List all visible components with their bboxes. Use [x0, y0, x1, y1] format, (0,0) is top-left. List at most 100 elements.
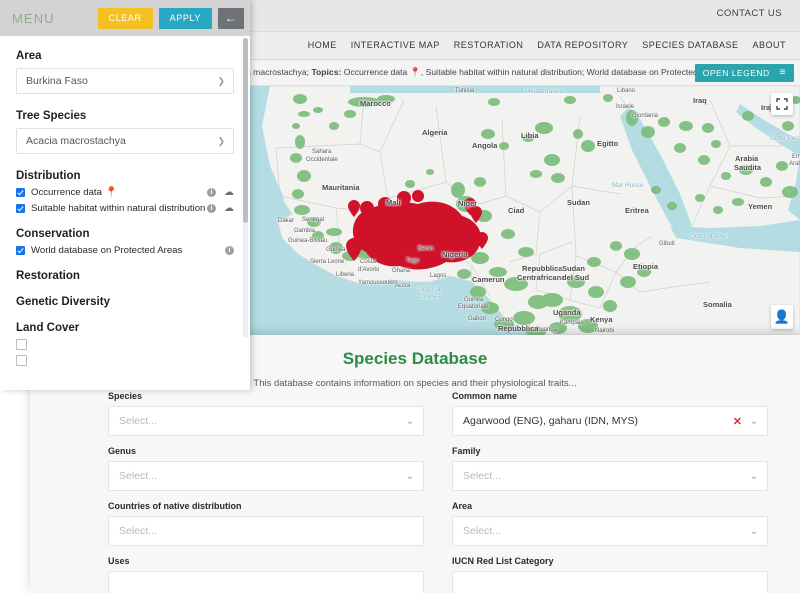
collapse-panel-button[interactable]: ← [218, 7, 244, 29]
map-graphics [240, 86, 800, 335]
row-icon-group: i ☁ [207, 204, 234, 214]
species-field-select[interactable]: Select... ⌄ [108, 461, 424, 491]
area-filter-label: Area [16, 50, 42, 62]
species-field-placeholder: Select... [119, 525, 157, 537]
legend-icon: ≡ [779, 67, 786, 78]
checkbox[interactable] [16, 188, 25, 197]
species-field-select[interactable]: Agarwood (ENG), gaharu (IDN, MYS) ✕ ⌄ [452, 406, 768, 436]
chevron-down-icon: ❯ [217, 75, 225, 86]
nav-item-species-database[interactable]: SPECIES DATABASE [642, 40, 738, 50]
species-filter-field: Genus Select... ⌄ [108, 446, 424, 491]
map-summary-species: a macrostachya; [246, 67, 312, 77]
nav-item-data-repository[interactable]: DATA REPOSITORY [537, 40, 628, 50]
info-icon[interactable]: i [207, 204, 216, 213]
species-field-placeholder: Select... [463, 470, 501, 482]
species-field-label: Uses [108, 556, 130, 566]
filter-checkbox-row[interactable] [16, 355, 234, 366]
filter-menu-panel: MENU CLEAR APPLY ← Area Burkina Faso ❯ T… [0, 0, 250, 390]
filter-checkbox-row[interactable]: World database on Protected Areas i [16, 245, 234, 256]
species-filter-field: IUCN Red List Category [452, 556, 768, 593]
pegman-icon: 👤 [773, 309, 791, 324]
tree-species-select-value: Acacia macrostachya [26, 135, 126, 147]
row-icon-group: i ☁ [207, 188, 234, 198]
species-field-label: Family [452, 446, 481, 456]
contact-us-link[interactable]: CONTACT US [717, 8, 782, 19]
chevron-down-icon[interactable]: ⌄ [750, 526, 758, 537]
species-field-select[interactable]: Select... ⌄ [108, 406, 424, 436]
nav-item-about[interactable]: ABOUT [752, 40, 786, 50]
filter-checkbox-label: Occurrence data 📍 [31, 187, 118, 198]
map-fullscreen-button[interactable] [771, 93, 793, 115]
map-summary-text: a macrostachya; Topics: Occurrence data … [246, 67, 725, 78]
species-field-label: Countries of native distribution [108, 501, 242, 511]
species-field-select[interactable]: Select... [108, 516, 424, 546]
cloud-download-icon[interactable]: ☁ [224, 204, 234, 214]
species-filter-field: Countries of native distribution Select..… [108, 501, 424, 546]
species-field-label: Area [452, 501, 473, 511]
chevron-down-icon: ❯ [217, 135, 225, 146]
checkbox[interactable] [16, 339, 27, 350]
species-field-placeholder: Select... [119, 470, 157, 482]
filter-section-title[interactable]: Restoration [16, 270, 234, 282]
area-select-value: Burkina Faso [26, 75, 88, 87]
fullscreen-icon [776, 98, 788, 110]
cloud-download-icon[interactable]: ☁ [224, 188, 234, 198]
menu-title: MENU [12, 10, 55, 26]
filter-checkbox-row[interactable]: Suitable habitat within natural distribu… [16, 203, 234, 214]
map-summary-bar: a macrostachya; Topics: Occurrence data … [240, 60, 800, 86]
species-field-label: Common name [452, 391, 518, 401]
tree-species-filter-label: Tree Species [16, 110, 87, 122]
map-summary-topic-rest: , Suitable habitat within natural distri… [420, 67, 725, 77]
checkbox[interactable] [16, 355, 27, 366]
map-pin-icon: 📍 [104, 187, 118, 198]
info-icon[interactable]: i [207, 188, 216, 197]
filter-section-title[interactable]: Genetic Diversity [16, 296, 234, 308]
nav-item-restoration[interactable]: RESTORATION [454, 40, 524, 50]
filter-menu-header: MENU CLEAR APPLY ← [0, 0, 250, 36]
chevron-down-icon[interactable]: ⌄ [750, 416, 758, 427]
map-summary-topic-1: Occurrence data [341, 67, 410, 77]
chevron-down-icon[interactable]: ⌄ [406, 471, 414, 482]
row-icon-group: i [225, 246, 234, 255]
filter-section-title[interactable]: Conservation [16, 228, 234, 240]
info-icon[interactable]: i [225, 246, 234, 255]
filter-section-title[interactable]: Land Cover [16, 322, 234, 334]
species-field-select[interactable]: Select... ⌄ [452, 516, 768, 546]
clear-value-icon[interactable]: ✕ [733, 415, 742, 428]
filter-menu-body: Area Burkina Faso ❯ Tree Species Acacia … [0, 36, 250, 390]
species-field-select[interactable] [108, 571, 424, 593]
species-filter-field: Area Select... ⌄ [452, 501, 768, 546]
apply-button[interactable]: APPLY [158, 7, 212, 29]
species-field-select[interactable]: Select... ⌄ [452, 461, 768, 491]
nav-item-list: HOME INTERACTIVE MAP RESTORATION DATA RE… [308, 40, 786, 50]
open-legend-label: OPEN LEGEND [702, 68, 770, 78]
species-field-select[interactable] [452, 571, 768, 593]
chevron-down-icon[interactable]: ⌄ [406, 416, 414, 427]
nav-item-interactive-map[interactable]: INTERACTIVE MAP [351, 40, 440, 50]
clear-button[interactable]: CLEAR [97, 7, 153, 29]
filter-checkbox-row[interactable]: Occurrence data 📍 i ☁ [16, 187, 234, 198]
open-legend-button[interactable]: OPEN LEGEND ≡ [694, 64, 794, 82]
checkbox[interactable] [16, 246, 25, 255]
map-pin-icon: 📍 [409, 67, 421, 77]
tree-species-select[interactable]: Acacia macrostachya ❯ [16, 128, 234, 154]
species-filter-field: Family Select... ⌄ [452, 446, 768, 491]
filter-sections: Distribution Occurrence data 📍 i ☁ Suitable h… [16, 170, 234, 366]
species-field-value: Agarwood (ENG), gaharu (IDN, MYS) [463, 415, 639, 427]
nav-item-home[interactable]: HOME [308, 40, 337, 50]
filter-section-title[interactable]: Distribution [16, 170, 234, 182]
species-filter-grid: Species Select... ⌄ Common name Agarwood (EN… [108, 391, 768, 593]
interactive-map[interactable]: Marocco Algeria Libia Egitto Israele Giordani… [240, 86, 800, 335]
filter-scrollbar-thumb[interactable] [243, 38, 248, 223]
checkbox[interactable] [16, 204, 25, 213]
chevron-down-icon[interactable]: ⌄ [750, 471, 758, 482]
filter-checkbox-row[interactable] [16, 339, 234, 350]
map-summary-topics-label: Topics: [311, 67, 342, 77]
area-select[interactable]: Burkina Faso ❯ [16, 68, 234, 94]
species-field-label: Species [108, 391, 143, 401]
species-field-placeholder: Select... [119, 415, 157, 427]
street-view-pegman[interactable]: 👤 [771, 305, 793, 329]
species-filter-field: Species Select... ⌄ [108, 391, 424, 436]
filter-checkbox-label: World database on Protected Areas [31, 245, 183, 256]
species-filter-field: Uses [108, 556, 424, 593]
